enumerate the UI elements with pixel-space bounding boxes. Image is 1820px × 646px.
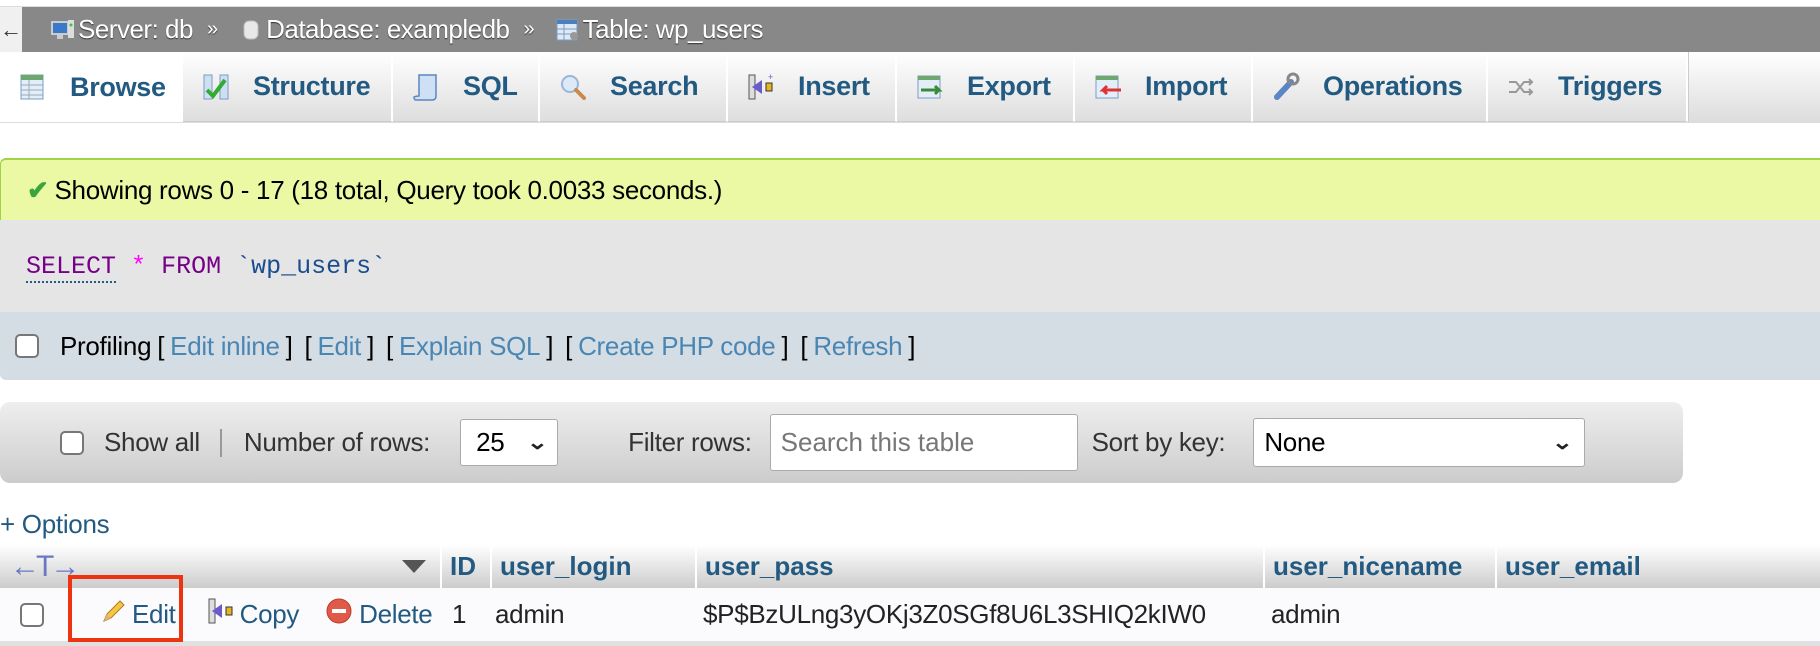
sort-by-key-select[interactable]: None ⌄ — [1253, 418, 1586, 467]
rows-per-page-select[interactable]: 25 ⌄ — [460, 419, 559, 466]
tab-insert[interactable]: + Insert — [728, 52, 897, 122]
column-header-user-pass[interactable]: user_pass — [697, 545, 1265, 588]
back-button[interactable]: ← — [0, 7, 22, 52]
cell-id: 1 — [452, 599, 467, 629]
pencil-icon — [100, 597, 128, 632]
filter-rows-label: Filter rows: — [628, 427, 752, 457]
notice-text: Showing rows 0 - 17 (18 total, Query too… — [54, 174, 723, 205]
navigation-bar: Show all Number of rows: 25 ⌄ Filter row… — [0, 402, 1683, 483]
tab-sql[interactable]: SQL — [393, 52, 540, 122]
breadcrumb-separator: » — [206, 18, 219, 40]
profiling-bar: Profiling [Edit inline] [Edit] [Explain … — [0, 312, 1820, 380]
chevron-down-icon: ⌄ — [1551, 432, 1573, 454]
server-icon — [50, 17, 76, 43]
delete-icon — [325, 597, 353, 632]
sql-keyword-select[interactable]: SELECT — [26, 251, 117, 283]
tab-search[interactable]: Search — [540, 52, 728, 122]
tab-operations[interactable]: Operations — [1253, 52, 1488, 122]
column-resize-icon[interactable]: ←T→ — [10, 550, 80, 584]
sql-query-box: SELECT * FROM `wp_users` — [0, 220, 1820, 312]
copy-row-button[interactable]: Copy — [206, 596, 299, 633]
options-link[interactable]: + Options — [0, 509, 110, 540]
table-bottom-strip — [0, 641, 1820, 646]
sql-star: * — [131, 251, 147, 281]
search-icon — [558, 72, 588, 102]
edit-query-link[interactable]: Edit — [317, 331, 361, 362]
sql-table-name: `wp_users` — [236, 251, 387, 281]
triggers-icon — [1506, 72, 1536, 102]
edit-row-button[interactable]: Edit — [100, 597, 176, 632]
edit-inline-link[interactable]: Edit inline — [170, 331, 280, 362]
cell-user-login: admin — [495, 599, 565, 629]
top-border — [0, 0, 1820, 7]
sql-keyword-from: FROM — [161, 251, 222, 281]
sort-triangle-icon[interactable] — [402, 560, 426, 573]
tab-browse[interactable]: Browse — [0, 52, 183, 122]
profiling-checkbox[interactable] — [15, 334, 39, 358]
column-header-id[interactable]: ID — [442, 545, 492, 588]
column-header-user-login[interactable]: user_login — [492, 545, 697, 588]
browse-icon — [18, 72, 48, 102]
chevron-down-icon: ⌄ — [526, 432, 548, 454]
tab-bar: Browse Structure SQL Search + Insert Exp… — [0, 52, 1820, 123]
table-header: ←T→ ID user_login user_pass user_nicenam… — [0, 545, 1820, 588]
show-all-label: Show all — [104, 427, 200, 457]
delete-row-button[interactable]: Delete — [325, 597, 433, 632]
column-header-user-email[interactable]: user_email — [1497, 545, 1820, 588]
refresh-link[interactable]: Refresh — [813, 331, 902, 362]
divider — [219, 428, 222, 457]
tab-export[interactable]: Export — [897, 52, 1075, 122]
profiling-label: Profiling — [60, 330, 152, 361]
export-icon — [915, 72, 945, 102]
breadcrumb-table[interactable]: Table: wp_users — [555, 14, 764, 45]
cell-user-pass: $P$BzULng3yOKj3Z0SGf8U6L3SHIQ2kIW0 — [703, 599, 1206, 629]
show-all-checkbox[interactable] — [60, 430, 84, 455]
breadcrumb-database[interactable]: Database: exampledb — [238, 14, 510, 45]
operations-icon — [1271, 72, 1301, 102]
success-notice: ✔ Showing rows 0 - 17 (18 total, Query t… — [0, 158, 1820, 220]
column-header-user-nicename[interactable]: user_nicename — [1265, 545, 1497, 588]
breadcrumb-server[interactable]: Server: db — [50, 14, 193, 45]
tab-structure[interactable]: Structure — [183, 52, 393, 122]
table-icon — [555, 17, 581, 43]
sql-query: SELECT * FROM `wp_users` — [26, 251, 387, 283]
filter-rows-input[interactable] — [769, 414, 1078, 471]
row-checkbox[interactable] — [20, 602, 44, 627]
cell-user-nicename: admin — [1271, 599, 1341, 629]
database-icon — [238, 17, 264, 43]
check-icon: ✔ — [27, 174, 49, 205]
breadcrumb-separator: » — [523, 18, 535, 40]
tab-triggers[interactable]: Triggers — [1488, 52, 1688, 122]
rows-label: Number of rows: — [243, 427, 431, 457]
copy-icon — [206, 596, 236, 633]
import-icon — [1093, 72, 1123, 102]
explain-sql-link[interactable]: Explain SQL — [399, 331, 541, 362]
sql-icon — [411, 72, 441, 102]
insert-icon: + — [746, 72, 776, 102]
tab-import[interactable]: Import — [1075, 52, 1253, 122]
svg-text:+: + — [768, 72, 773, 82]
column-actions-header: ←T→ — [0, 545, 442, 588]
breadcrumb: ← Server: db » Database: exampledb » Tab… — [0, 7, 1820, 52]
structure-icon — [201, 72, 231, 102]
arrow-left-icon: ← — [0, 16, 22, 42]
sort-by-key-label: Sort by key: — [1091, 427, 1226, 457]
create-php-code-link[interactable]: Create PHP code — [578, 331, 776, 362]
